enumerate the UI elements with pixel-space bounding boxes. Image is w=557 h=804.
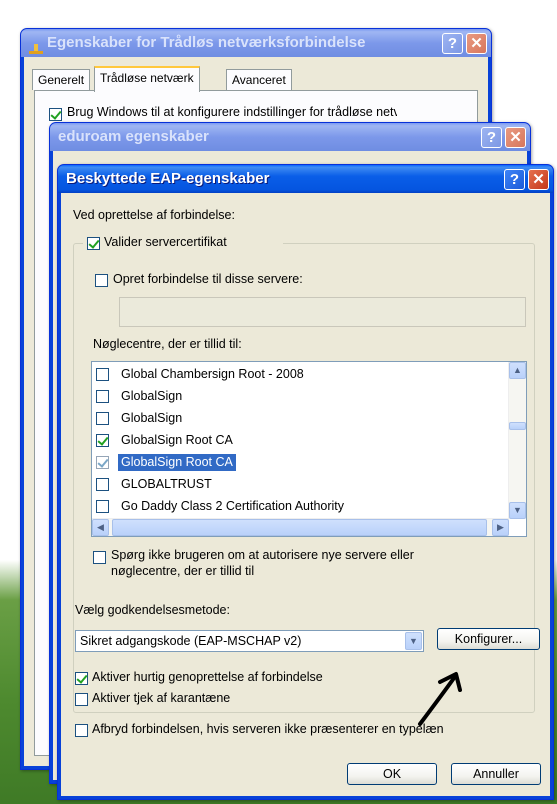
dont-prompt-label-line1: Spørg ikke brugeren om at autorisere nye… <box>111 548 414 562</box>
list-item-checkbox[interactable] <box>96 368 109 381</box>
middle-window-titlebar: eduroam egenskaber ? ✕ <box>50 123 530 151</box>
tab-generelt[interactable]: Generelt <box>32 69 91 90</box>
list-item-checkbox[interactable] <box>96 500 109 513</box>
connect-servers-checkbox[interactable] <box>95 274 108 287</box>
chevron-down-icon[interactable]: ▼ <box>405 632 422 650</box>
ok-button[interactable]: OK <box>347 763 437 785</box>
list-item-checkbox[interactable] <box>96 456 109 469</box>
scroll-right-icon[interactable]: ▶ <box>492 519 509 536</box>
list-item-selected[interactable]: GlobalSign Root CA <box>92 451 500 473</box>
validate-cert-checkbox[interactable] <box>87 237 100 250</box>
list-item-checkbox[interactable] <box>96 434 109 447</box>
list-item-label: GlobalSign <box>121 411 183 425</box>
tab-traadloese-netvaerk[interactable]: Trådløse netværk <box>94 66 200 92</box>
scroll-thumb-horizontal[interactable] <box>112 519 487 536</box>
protected-eap-properties-dialog: Beskyttede EAP-egenskaber ? ✕ Ved oprett… <box>57 164 554 800</box>
middle-close-button[interactable]: ✕ <box>505 127 526 148</box>
cancel-button[interactable]: Annuller <box>451 763 541 785</box>
dialog-titlebar: Beskyttede EAP-egenskaber ? ✕ <box>58 165 553 193</box>
list-item-label: GLOBALTRUST <box>121 477 212 491</box>
scroll-left-icon[interactable]: ◀ <box>92 519 109 536</box>
list-item[interactable]: GlobalSign Root CA <box>92 429 500 451</box>
close-button[interactable]: ✕ <box>528 169 549 190</box>
annotation-arrow-icon <box>418 672 462 726</box>
list-item-checkbox[interactable] <box>96 412 109 425</box>
help-button[interactable]: ? <box>504 169 525 190</box>
server-names-field[interactable] <box>119 297 526 327</box>
list-item-label: Global Chambersign Root - 2008 <box>121 367 304 381</box>
dont-prompt-label-line2: nøglecentre, der er tillid til <box>111 564 255 578</box>
dont-prompt-checkbox[interactable] <box>93 551 106 564</box>
back-close-button[interactable]: ✕ <box>466 33 487 54</box>
network-connection-icon <box>29 38 43 54</box>
list-item-checkbox[interactable] <box>96 390 109 403</box>
back-window-titlebar: Egenskaber for Trådløs netværksforbindel… <box>21 29 491 57</box>
list-item-label: Go Daddy Class 2 Certification Authority <box>121 499 345 513</box>
auth-method-select[interactable]: Sikret adgangskode (EAP-MSCHAP v2) ▼ <box>75 630 424 652</box>
fast-reconnect-label: Aktiver hurtig genoprettelse af forbinde… <box>92 670 323 684</box>
scroll-down-icon[interactable]: ▼ <box>509 502 526 519</box>
middle-help-button[interactable]: ? <box>481 127 502 148</box>
back-window-title: Egenskaber for Trådløs netværksforbindel… <box>47 34 366 51</box>
fast-reconnect-checkbox[interactable] <box>75 672 88 685</box>
connect-section-label: Ved oprettelse af forbindelse: <box>73 208 235 222</box>
back-use-windows-label: Brug Windows til at konfigurere indstill… <box>67 105 397 119</box>
list-item-checkbox[interactable] <box>96 478 109 491</box>
list-item[interactable]: Global Chambersign Root - 2008 <box>92 363 500 385</box>
validate-cert-label: Valider servercertifikat <box>104 235 227 249</box>
list-item[interactable]: GLOBALTRUST <box>92 473 500 495</box>
list-item-label: GlobalSign <box>121 389 183 403</box>
list-item-label: GlobalSign Root CA <box>118 454 236 471</box>
auth-method-value: Sikret adgangskode (EAP-MSCHAP v2) <box>80 634 302 648</box>
horizontal-scrollbar[interactable]: ◀ ▶ <box>92 518 509 536</box>
list-item[interactable]: Go Daddy Class 2 Certification Authority <box>92 495 500 517</box>
back-help-button[interactable]: ? <box>442 33 463 54</box>
quarantine-label: Aktiver tjek af karantæne <box>92 691 231 705</box>
dialog-client: Ved oprettelse af forbindelse: Valider s… <box>61 193 550 796</box>
scroll-thumb[interactable] <box>509 422 526 430</box>
tab-avanceret[interactable]: Avanceret <box>226 69 292 90</box>
dialog-title: Beskyttede EAP-egenskaber <box>66 170 270 187</box>
disconnect-label: Afbryd forbindelsen, hvis serveren ikke … <box>92 722 444 736</box>
trusted-roots-list[interactable]: Global Chambersign Root - 2008 GlobalSig… <box>91 361 527 537</box>
connect-servers-label: Opret forbindelse til disse servere: <box>113 272 303 286</box>
scroll-up-icon[interactable]: ▲ <box>509 362 526 379</box>
disconnect-checkbox[interactable] <box>75 724 88 737</box>
trusted-roots-label: Nøglecentre, der er tillid til: <box>93 337 242 351</box>
quarantine-checkbox[interactable] <box>75 693 88 706</box>
list-item[interactable]: GlobalSign <box>92 385 500 407</box>
auth-method-label: Vælg godkendelsesmetode: <box>75 603 230 617</box>
list-item-label: GlobalSign Root CA <box>121 433 233 447</box>
middle-window-title: eduroam egenskaber <box>58 128 209 145</box>
configure-button[interactable]: Konfigurer... <box>437 628 540 650</box>
back-use-windows-checkbox[interactable] <box>49 108 62 121</box>
vertical-scrollbar[interactable]: ▲ ▼ <box>508 362 526 519</box>
list-item[interactable]: GlobalSign <box>92 407 500 429</box>
